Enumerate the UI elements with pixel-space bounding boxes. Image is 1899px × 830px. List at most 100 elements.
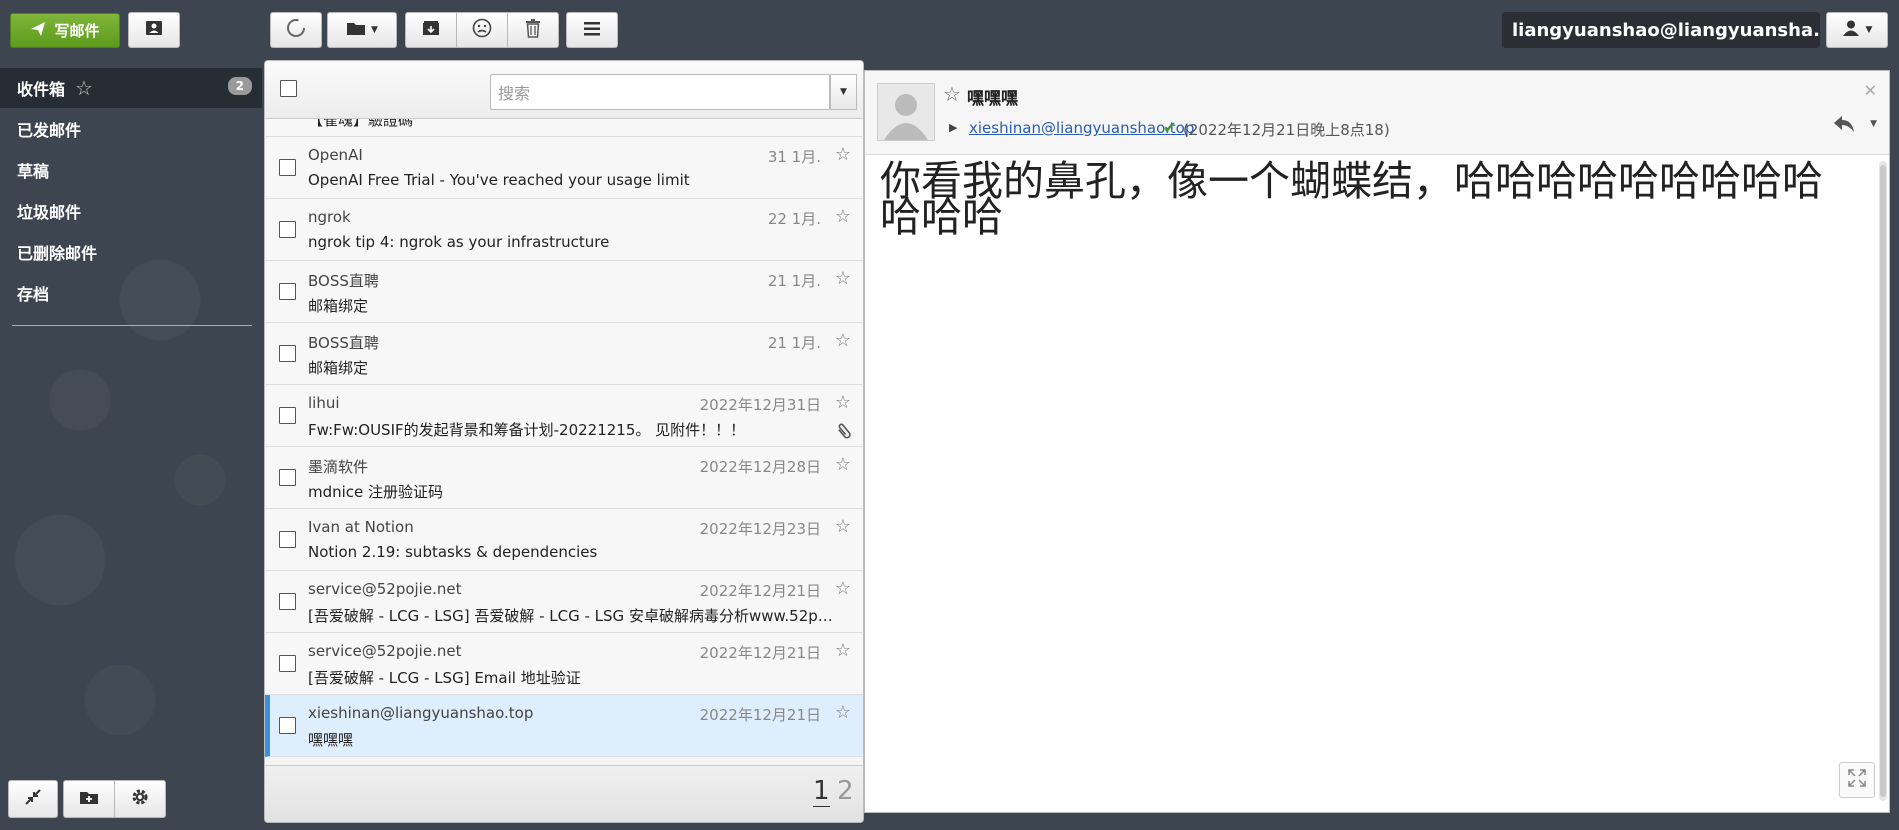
list-item[interactable]: service@52pojie.net 2022年12月21日 ☆ [吾爱破解 … <box>265 633 863 695</box>
list-item[interactable]: BOSS直聘 21 1月. ☆ 邮箱绑定 <box>265 261 863 323</box>
account-label[interactable]: liangyuanshao@liangyuansha... <box>1502 12 1820 48</box>
message-date: (2022年12月21日晚上8点18) <box>1183 121 1390 139</box>
trash-icon <box>525 18 541 42</box>
row-date: 2022年12月21日 <box>699 706 821 724</box>
message-body: 你看我的鼻孔，像一个蝴蝶结，哈哈哈哈哈哈哈哈哈哈哈哈 <box>880 157 1823 241</box>
list-item[interactable]: Ivan at Notion 2022年12月23日 ☆ Notion 2.19… <box>265 509 863 571</box>
fullscreen-button[interactable] <box>1839 762 1875 798</box>
archive-button[interactable] <box>405 12 457 48</box>
list-item[interactable]: OpenAI 31 1月. ☆ OpenAI Free Trial - You'… <box>265 137 863 199</box>
row-checkbox[interactable] <box>279 407 296 424</box>
row-subject: OpenAI Free Trial - You've reached your … <box>308 171 690 189</box>
chevron-down-icon: ▼ <box>840 87 847 97</box>
sidebar-item-sent[interactable]: 已发邮件 <box>0 109 262 149</box>
collapse-button[interactable] <box>8 780 58 818</box>
star-icon[interactable]: ☆ <box>943 82 961 106</box>
verified-check-icon: ✔ <box>1163 118 1177 137</box>
list-item[interactable]: 【雀魂】驗證碼 <box>265 119 863 137</box>
star-icon[interactable]: ☆ <box>835 454 851 475</box>
sidebar-item-drafts[interactable]: 草稿 <box>0 150 262 190</box>
row-date: 21 1月. <box>767 272 821 290</box>
move-to-folder-button[interactable]: ▼ <box>327 12 397 48</box>
row-checkbox[interactable] <box>279 655 296 672</box>
more-menu-button[interactable] <box>566 12 618 48</box>
row-sender: OpenAI <box>308 146 363 164</box>
expand-details-icon[interactable]: ▶ <box>949 121 957 134</box>
row-subject: ngrok tip 4: ngrok as your infrastructur… <box>308 233 610 251</box>
select-all-checkbox[interactable] <box>280 80 297 97</box>
sender-email-link[interactable]: xieshinan@liangyuanshao.top <box>969 119 1194 137</box>
sidebar-item-label: 已删除邮件 <box>17 244 98 263</box>
chevron-down-icon[interactable]: ▼ <box>1870 119 1877 129</box>
sidebar-item-spam[interactable]: 垃圾邮件 <box>0 191 262 231</box>
star-icon[interactable]: ☆ <box>835 702 851 723</box>
row-checkbox[interactable] <box>279 221 296 238</box>
list-header: 搜索 ▼ <box>265 61 863 119</box>
sidebar-item-archive[interactable]: 存档 <box>0 273 262 313</box>
settings-button[interactable] <box>114 780 166 818</box>
row-checkbox[interactable] <box>279 469 296 486</box>
user-menu-button[interactable]: ▼ <box>1826 12 1888 48</box>
refresh-button[interactable] <box>270 12 322 48</box>
delete-button[interactable] <box>507 12 559 48</box>
row-checkbox[interactable] <box>279 531 296 548</box>
contacts-button[interactable] <box>128 12 180 48</box>
chevron-down-icon: ▼ <box>1865 25 1873 35</box>
list-item[interactable]: 墨滴软件 2022年12月28日 ☆ mdnice 注册验证码 <box>265 447 863 509</box>
star-icon[interactable]: ☆ <box>75 76 93 100</box>
sidebar-item-trash[interactable]: 已删除邮件 <box>0 232 262 272</box>
row-checkbox[interactable] <box>279 593 296 610</box>
sidebar-item-inbox[interactable]: 收件箱 ☆ 2 <box>0 68 262 108</box>
row-checkbox[interactable] <box>279 283 296 300</box>
page-1[interactable]: 1 <box>813 776 830 807</box>
scrollbar[interactable] <box>1879 161 1887 801</box>
list-item-selected[interactable]: xieshinan@liangyuanshao.top 2022年12月21日 … <box>265 695 863 757</box>
sidebar-item-label: 存档 <box>17 285 50 304</box>
star-icon[interactable]: ☆ <box>835 578 851 599</box>
star-icon[interactable]: ☆ <box>835 516 851 537</box>
star-icon[interactable]: ☆ <box>835 206 851 227</box>
row-date: 2022年12月31日 <box>699 396 821 414</box>
search-options-button[interactable]: ▼ <box>830 74 857 110</box>
compose-label: 写邮件 <box>54 22 100 40</box>
fullscreen-icon <box>1848 768 1866 792</box>
spam-button[interactable] <box>456 12 508 48</box>
close-icon[interactable]: ✕ <box>1864 81 1877 100</box>
row-sender: xieshinan@liangyuanshao.top <box>308 704 534 722</box>
list-item[interactable]: service@52pojie.net 2022年12月21日 ☆ [吾爱破解 … <box>265 571 863 633</box>
message-list: 【雀魂】驗證碼 OpenAI 31 1月. ☆ OpenAI Free Tria… <box>265 119 863 767</box>
compose-button[interactable]: 写邮件 <box>10 13 120 48</box>
star-icon[interactable]: ☆ <box>835 268 851 289</box>
new-folder-button[interactable] <box>63 780 115 818</box>
star-icon[interactable]: ☆ <box>835 392 851 413</box>
row-subject: [吾爱破解 - LCG - LSG] Email 地址验证 <box>308 669 581 687</box>
page-2[interactable]: 2 <box>837 776 854 806</box>
pagination-bar: 1 2 <box>265 765 863 822</box>
row-date: 2022年12月23日 <box>699 520 821 538</box>
row-checkbox[interactable] <box>279 345 296 362</box>
row-date: 2022年12月28日 <box>699 458 821 476</box>
list-item[interactable]: ngrok 22 1月. ☆ ngrok tip 4: ngrok as you… <box>265 199 863 261</box>
row-subject: 邮箱绑定 <box>308 359 369 377</box>
search-input[interactable]: 搜索 <box>490 74 830 110</box>
row-sender: service@52pojie.net <box>308 580 462 598</box>
message-subject: 嘿嘿嘿 <box>967 89 1018 109</box>
reply-icon[interactable] <box>1833 115 1855 137</box>
star-icon[interactable]: ☆ <box>835 330 851 351</box>
row-subject: 【雀魂】驗證碼 <box>308 119 414 129</box>
spam-face-icon <box>472 18 492 42</box>
list-item[interactable]: BOSS直聘 21 1月. ☆ 邮箱绑定 <box>265 323 863 385</box>
row-subject: [吾爱破解 - LCG - LSG] 吾爱破解 - LCG - LSG 安卓破解… <box>308 607 838 625</box>
menu-icon <box>584 21 600 40</box>
row-checkbox[interactable] <box>279 159 296 176</box>
star-icon[interactable]: ☆ <box>835 640 851 661</box>
star-icon[interactable]: ☆ <box>835 144 851 165</box>
list-item[interactable]: lihui 2022年12月31日 ☆ Fw:Fw:OUSIF的发起背景和筹备计… <box>265 385 863 447</box>
row-date: 21 1月. <box>767 334 821 352</box>
row-subject: mdnice 注册验证码 <box>308 483 444 501</box>
row-checkbox[interactable] <box>279 717 296 734</box>
contact-card-icon <box>145 20 163 40</box>
paper-plane-icon <box>30 21 46 41</box>
row-sender: BOSS直聘 <box>308 272 379 290</box>
new-folder-icon <box>79 789 99 809</box>
